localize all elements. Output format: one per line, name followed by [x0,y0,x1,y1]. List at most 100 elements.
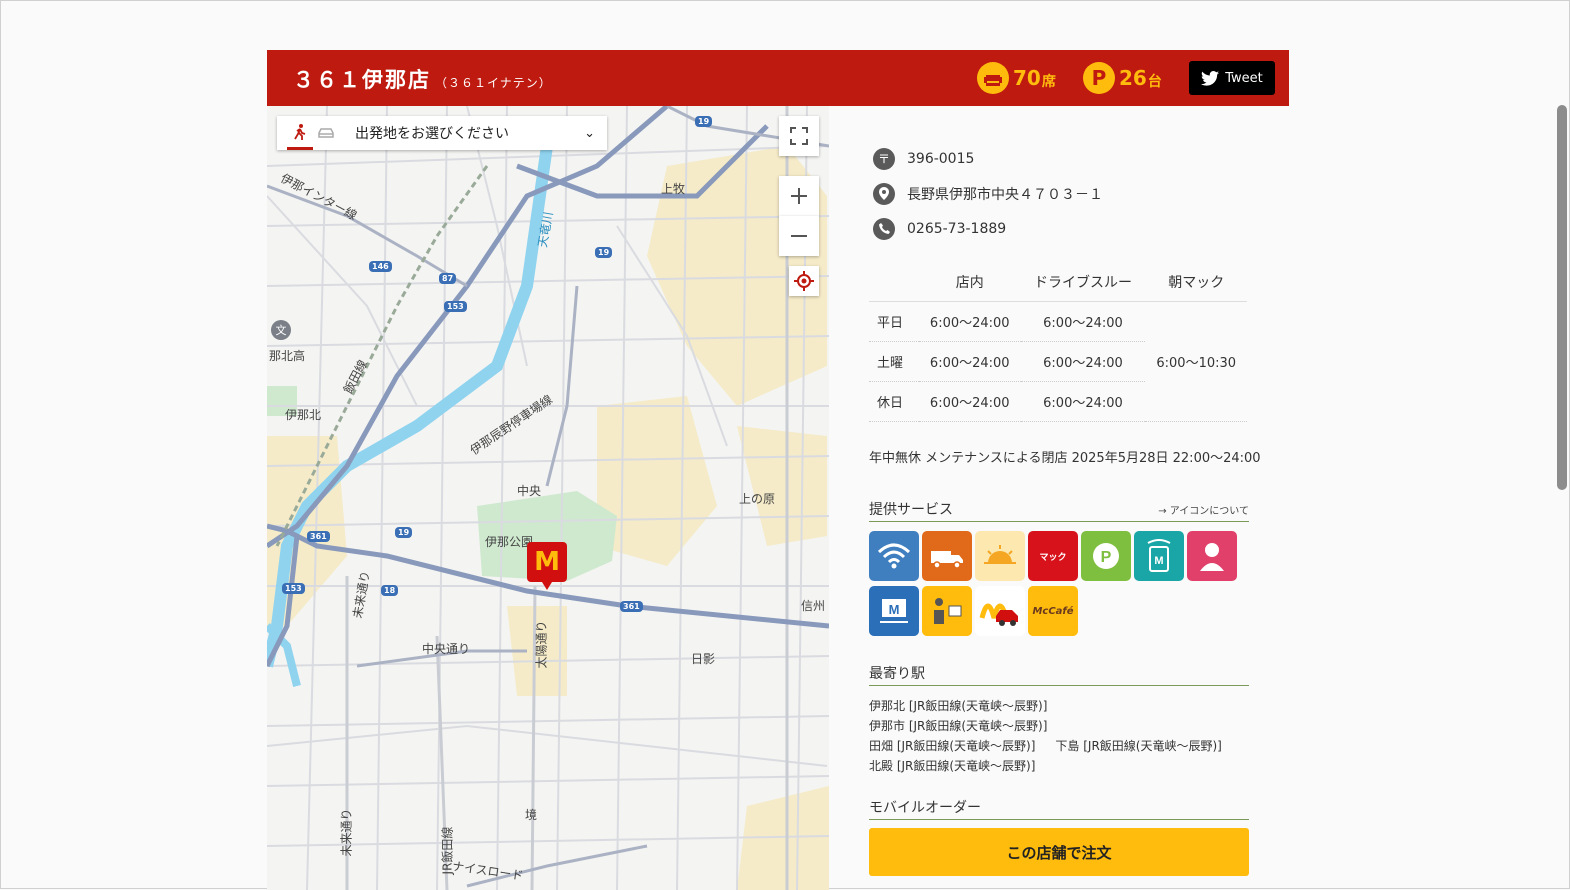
map-label-chuo: 中央 [517,484,542,498]
seat-icon [977,62,1009,94]
hours-row: 平日 6:00～24:00 6:00～24:00 6:00～10:30 [869,301,1247,422]
locate-icon [794,271,814,291]
route-361-shield: 361 [307,531,330,542]
parking-unit: 台 [1147,74,1162,90]
mcdonalds-pin-icon[interactable]: M [527,542,567,590]
map-label-taiyo-dori: 太陽通り [534,620,549,669]
map-label-kamimaki: 上牧 [661,182,686,196]
station-row: 田畑 [JR飯田線(天竜峡～辰野)] 下島 [JR飯田線(天竜峡～辰野)] [869,736,1222,756]
svg-text:M: M [1154,555,1163,567]
hours-day: 土曜 [869,341,919,382]
station-list: 伊那北 [JR飯田線(天竜峡～辰野)] 伊那市 [JR飯田線(天竜峡～辰野)] … [869,696,1222,776]
station-item: 下島 [JR飯田線(天竜峡～辰野)] [1055,739,1222,753]
about-icons-label: アイコンについて [1169,506,1249,517]
parking-icon: P [1083,62,1115,94]
wifi-icon[interactable] [869,531,919,581]
store-info: 〒 396-0015 長野県伊那市中央４７０３－１ 0265-73-1889 [869,141,1249,246]
hours-header-drive-thru: ドライブスルー [1020,263,1146,302]
route-146-shield: 146 [369,261,392,272]
zoom-out-button[interactable] [779,216,819,256]
map-label-chuo-dori: 中央通り [422,642,471,656]
store-header: ３６１伊那店 （３６１イナテン） 70 席 P 26 台 Tweet [267,50,1289,106]
hours-drive-thru: 6:00～24:00 [1020,381,1146,422]
fullscreen-icon [790,127,808,145]
current-location-button[interactable] [789,266,819,296]
station-item: 伊那北 [JR飯田線(天竜峡～辰野)] [869,699,1048,713]
hours-drive-thru: 6:00～24:00 [1020,341,1146,382]
hours-day: 休日 [869,381,919,422]
route-18-shield: 18 [381,585,399,596]
address: 長野県伊那市中央４７０３－１ [907,186,1103,203]
drive-thru-icon[interactable] [975,586,1025,636]
postal-mark-icon: 〒 [873,147,895,170]
parking-stat: P 26 台 [1083,62,1162,94]
parking-service-icon[interactable]: P [1081,531,1131,581]
services-title-text: 提供サービス [869,502,953,518]
table-delivery-icon[interactable] [922,586,972,636]
stations-title: 最寄り駅 [869,663,1249,686]
route-153-shield: 153 [282,583,305,594]
station-item: 北殿 [JR飯田線(天竜峡～辰野)] [869,759,1036,773]
hours-header-store: 店内 [919,263,1021,302]
chevron-down-icon[interactable]: ⌄ [584,126,595,141]
mac-adventure-icon[interactable]: マック [1028,531,1078,581]
tweet-label: Tweet [1225,70,1263,86]
seats-unit: 席 [1041,74,1056,90]
map-label-ina-park: 伊那公園 [485,535,534,549]
seats-stat: 70 席 [977,62,1056,94]
map-label-sakai: 境 [525,808,538,822]
about-icons-link[interactable]: → アイコンについて [1158,502,1249,517]
origin-select[interactable]: 出発地をお選びください [355,123,584,143]
car-mode-icon[interactable] [313,127,339,139]
hours-note: 年中無休 メンテナンスによる閉店 2025年5月28日 22:00～24:00 [869,451,1261,466]
postal-row: 〒 396-0015 [869,141,1249,176]
school-icon: 文 [271,320,291,340]
parking-value: 26 [1119,66,1147,90]
browser-viewport: ３６１伊那店 （３６１イナテン） 70 席 P 26 台 Tweet 伊那インタ… [0,0,1570,890]
breakfast-icon[interactable] [975,531,1025,581]
mobile-order-icon[interactable]: M [1134,531,1184,581]
scrollbar-thumb[interactable] [1557,105,1567,490]
order-at-this-store-button[interactable]: この店舗で注文 [869,828,1249,876]
service-icons: マック P M M McCafé [869,531,1249,636]
plus-icon [791,188,807,204]
phone-number[interactable]: 0265-73-1889 [907,221,1006,237]
location-pin-icon [873,182,895,205]
walk-mode-icon[interactable] [287,116,313,150]
store-kana: （３６１イナテン） [435,76,552,90]
tweet-button[interactable]: Tweet [1189,61,1275,95]
hours-store: 6:00～24:00 [919,381,1021,422]
store-map[interactable]: 伊那インター線 上牧 天竜川 那北高 飯田線 伊那北 伊那辰野停車場線 中央 上… [267,106,829,890]
store-name: ３６１伊那店 [293,68,431,92]
address-row: 長野県伊那市中央４７０３－１ [869,176,1249,211]
phone-icon [873,217,895,240]
business-hours-table: 店内 ドライブスルー 朝マック 平日 6:00～24:00 6:00～24:00… [869,263,1247,422]
hours-store: 6:00～24:00 [919,301,1021,342]
route-19-shield: 19 [595,247,613,258]
route-87-shield: 87 [439,273,457,284]
hours-header-breakfast: 朝マック [1145,263,1247,302]
hours-header-blank [869,263,919,302]
map-label-inakita-station: 伊那北 [285,408,322,422]
store-title: ３６１伊那店 （３６１イナテン） [293,64,552,94]
svg-text:M: M [889,602,900,617]
twitter-bird-icon [1201,70,1220,86]
mccafe-icon[interactable]: McCafé [1028,586,1078,636]
seats-value: 70 [1013,66,1041,90]
hours-day: 平日 [869,301,919,342]
delivery-icon[interactable] [922,531,972,581]
route-153-shield: 153 [444,301,467,312]
hours-store: 6:00～24:00 [919,341,1021,382]
route-selector[interactable]: 出発地をお選びください ⌄ [277,116,607,150]
map-label-hikage: 日影 [691,652,716,666]
crew-icon[interactable] [1187,531,1237,581]
zoom-in-button[interactable] [779,176,819,216]
fullscreen-button[interactable] [779,116,819,156]
minus-icon [791,235,807,237]
postal-code: 396-0015 [907,150,975,167]
station-item: 田畑 [JR飯田線(天竜峡～辰野)] [869,739,1036,753]
services-title: 提供サービス → アイコンについて [869,499,1249,522]
map-label-mirai-dori-2: 未来通り [339,808,354,857]
map-label-ina-kita-high: 那北高 [269,349,306,363]
menu-board-icon[interactable]: M [869,586,919,636]
